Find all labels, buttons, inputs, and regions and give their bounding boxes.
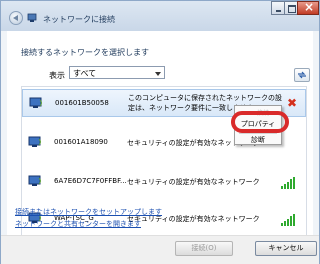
network-ssid: 001601B50058	[55, 99, 109, 107]
chevron-down-icon	[155, 72, 161, 76]
error-icon: ✖	[286, 96, 297, 110]
network-ssid: 001601A18090	[54, 138, 108, 146]
wireless-network-icon	[28, 136, 41, 147]
connect-button[interactable]: 接続(O)	[175, 241, 233, 256]
close-button[interactable]	[297, 0, 319, 15]
context-menu-separator	[239, 133, 277, 134]
cancel-button[interactable]: キャンセル	[255, 241, 317, 256]
back-button[interactable]	[9, 11, 23, 25]
network-description: セキュリティの設定が有効なネットワーク	[127, 178, 260, 186]
context-menu-diagnose[interactable]: 診断	[235, 135, 281, 147]
signal-strength-icon	[281, 214, 295, 226]
network-ssid: 6A7E6D7C7F0FFBF...	[54, 177, 127, 185]
filter-select[interactable]: すべて	[69, 66, 165, 79]
refresh-icon	[298, 71, 306, 79]
filter-label: 表示	[49, 71, 65, 80]
window-title: ネットワークに接続	[43, 15, 115, 24]
filter-value: すべて	[73, 69, 97, 78]
wireless-network-icon	[29, 97, 42, 108]
page-heading: 接続するネットワークを選択します	[21, 48, 149, 57]
network-row[interactable]: 6A7E6D7C7F0FFBF... セキュリティの設定が有効なネットワーク	[22, 168, 306, 196]
annotation-highlight	[231, 111, 289, 133]
network-center-link[interactable]: ネットワークと共有センターを開きます	[15, 219, 141, 229]
wireless-network-icon	[28, 175, 41, 186]
dialog-window: ネットワークに接続 接続するネットワークを選択します 表示 すべて 001601…	[0, 0, 320, 264]
minimize-button[interactable]	[271, 1, 285, 15]
setup-network-link[interactable]: 接続またはネットワークをセットアップします	[15, 207, 162, 217]
refresh-button[interactable]	[294, 68, 310, 82]
network-icon	[27, 13, 37, 22]
signal-strength-icon	[281, 177, 295, 189]
maximize-button[interactable]	[284, 1, 298, 15]
